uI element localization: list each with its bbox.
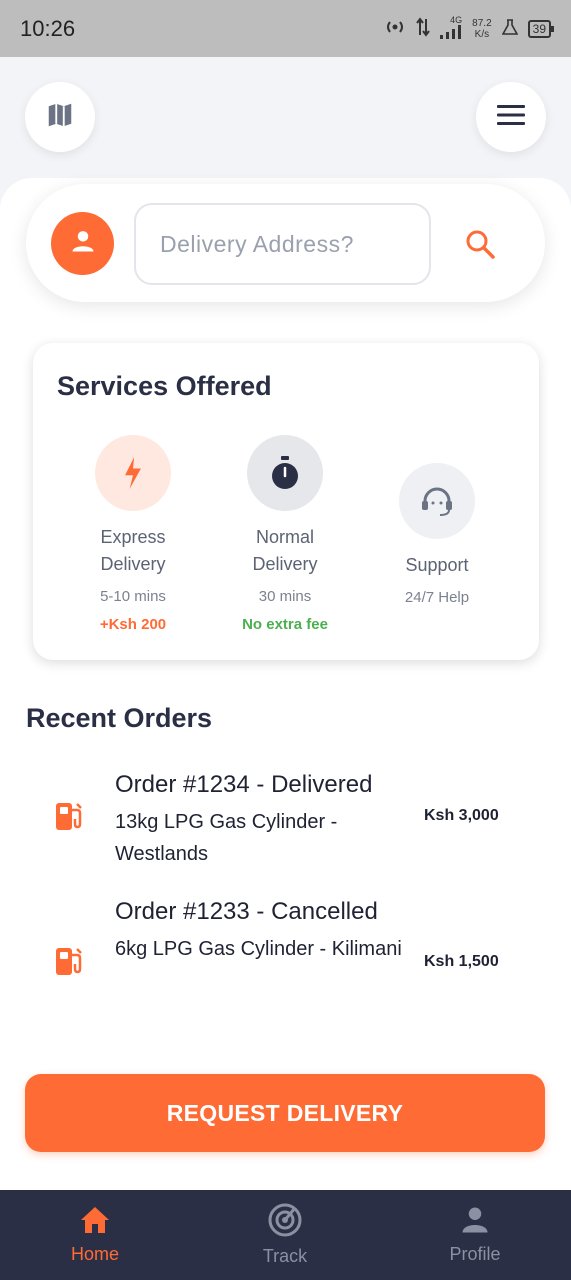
- headset-icon: [399, 463, 475, 539]
- data-arrows-icon: [416, 17, 430, 40]
- service-name: Express Delivery: [100, 527, 166, 574]
- bottom-nav: Home Track Profile: [0, 1190, 571, 1280]
- order-item-description: 13kg LPG Gas Cylinder - Westlands: [115, 811, 338, 865]
- delivery-address-input[interactable]: [134, 203, 431, 285]
- nav-item-home[interactable]: Home: [0, 1190, 190, 1280]
- search-card: [26, 184, 545, 302]
- service-support[interactable]: Support 24/7 Help: [362, 463, 512, 606]
- hamburger-icon: [496, 104, 526, 131]
- nav-label: Profile: [449, 1244, 501, 1264]
- track-icon: [268, 1203, 302, 1242]
- net-speed: 87.2 K/s: [472, 17, 492, 40]
- nav-label: Track: [262, 1246, 308, 1266]
- order-price: Ksh 1,500: [424, 953, 499, 970]
- network-type: 4G: [450, 14, 463, 25]
- request-delivery-button[interactable]: REQUEST DELIVERY: [25, 1074, 545, 1152]
- service-time: 5-10 mins: [100, 588, 166, 605]
- menu-button[interactable]: [476, 82, 546, 152]
- gas-pump-icon: [53, 945, 85, 982]
- main-sheet: [0, 178, 571, 1190]
- order-title: Order #1234 - Delivered: [115, 771, 373, 798]
- service-extra-fee: No extra fee: [242, 616, 328, 633]
- service-time: 30 mins: [258, 588, 312, 605]
- service-name: Support: [405, 555, 469, 575]
- status-icons: 4G 87.2 K/s 39: [384, 14, 555, 42]
- flask-icon: [501, 19, 519, 38]
- order-title: Order #1233 - Cancelled: [115, 898, 378, 925]
- map-button[interactable]: [25, 82, 95, 152]
- battery-indicator: 39: [527, 19, 555, 38]
- order-price: Ksh 3,000: [424, 807, 499, 824]
- gas-pump-icon: [53, 800, 85, 837]
- home-icon: [79, 1205, 111, 1240]
- service-normal-delivery[interactable]: Normal Delivery 30 mins No extra fee: [210, 435, 360, 633]
- nav-label: Home: [70, 1244, 119, 1264]
- recent-orders-title: Recent Orders: [26, 703, 213, 733]
- person-icon: [460, 1205, 490, 1240]
- person-icon: [69, 227, 97, 260]
- search-icon[interactable]: [464, 228, 496, 265]
- status-bar: 10:26 4G 87.2 K/s 39: [0, 0, 571, 57]
- bolt-icon: [95, 435, 171, 511]
- order-text: Order #1233 - Cancelled 6kg LPG Gas Cyli…: [115, 893, 415, 965]
- service-time: 24/7 Help: [404, 589, 470, 606]
- avatar[interactable]: [51, 212, 114, 275]
- map-icon: [45, 100, 75, 135]
- services-card: Services Offered Express Delivery 5-10 m…: [33, 343, 539, 660]
- service-express-delivery[interactable]: Express Delivery 5-10 mins +Ksh 200: [58, 435, 208, 633]
- order-text: Order #1234 - Delivered 13kg LPG Gas Cyl…: [115, 766, 415, 870]
- order-item-description: 6kg LPG Gas Cylinder - Kilimani: [115, 938, 402, 960]
- nav-item-profile[interactable]: Profile: [380, 1190, 570, 1280]
- signal-icon: [440, 24, 462, 42]
- nav-item-track[interactable]: Track: [190, 1190, 380, 1280]
- services-title: Services Offered: [57, 371, 272, 401]
- hotspot-icon: [384, 19, 406, 38]
- service-extra-fee: +Ksh 200: [99, 616, 167, 633]
- service-name: Normal Delivery: [252, 527, 318, 574]
- status-time: 10:26: [20, 15, 76, 41]
- stopwatch-icon: [247, 435, 323, 511]
